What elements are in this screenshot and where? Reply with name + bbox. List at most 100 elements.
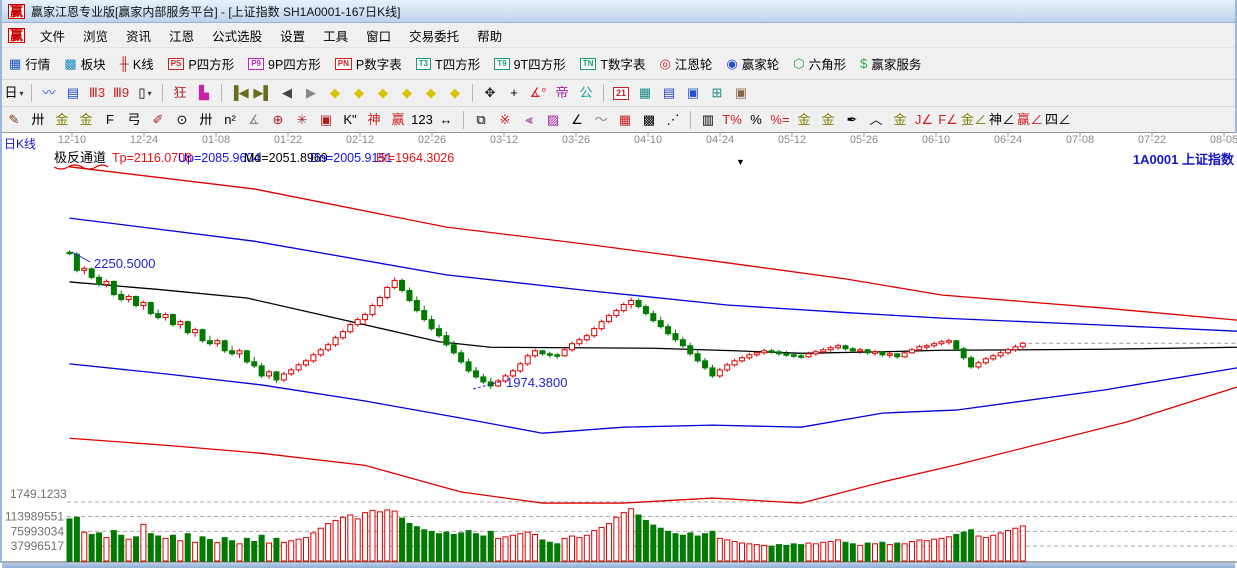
band-tool[interactable]: ︿	[865, 110, 887, 130]
diamond-star-button[interactable]: ◆	[396, 83, 418, 103]
menu-item-3[interactable]: 江恩	[160, 24, 203, 47]
angle-degree-tool[interactable]: ∡°	[527, 83, 549, 103]
ray-fan-tool[interactable]: ※	[494, 110, 516, 130]
period-day-dropdown[interactable]: 日▾	[3, 83, 25, 103]
percent-line-tool[interactable]: %=	[769, 110, 791, 130]
si-angle-tool[interactable]: 四∠	[1045, 110, 1071, 130]
time-circle-tool[interactable]: ⊙	[171, 110, 193, 130]
ink-brush-tool[interactable]: ✒	[841, 110, 863, 130]
menu-item-0[interactable]: 文件	[31, 24, 74, 47]
menu-item-6[interactable]: 工具	[314, 24, 357, 47]
percent-t-tool[interactable]: T%	[721, 110, 743, 130]
quotes-button[interactable]: ▦行情	[2, 52, 57, 75]
percent-tool[interactable]: %	[745, 110, 767, 130]
marker-pen-tool[interactable]: ✐	[147, 110, 169, 130]
candle-body	[363, 315, 368, 320]
diamond-up-button[interactable]: ◆	[420, 83, 442, 103]
star-circle-tool[interactable]: ✳	[291, 110, 313, 130]
gold-angle-tool[interactable]: 金∠	[961, 110, 987, 130]
di-grid-tool[interactable]: 帝	[551, 83, 573, 103]
parallel-lines-tool[interactable]: ⋰	[662, 110, 684, 130]
remote-computer-button[interactable]: ▣	[730, 83, 752, 103]
winner-service-button[interactable]: $赢家服务	[853, 52, 928, 75]
kline-button[interactable]: ╫K线	[113, 52, 161, 75]
shen-angle-tool[interactable]: 神∠	[989, 110, 1015, 130]
t-square-button[interactable]: T3T四方形	[409, 52, 487, 75]
width-arrows-tool[interactable]: ↔	[435, 110, 457, 130]
first-page-button[interactable]: ▐◀	[228, 83, 250, 103]
box-measure-tool[interactable]: ⧉	[470, 110, 492, 130]
p-square-button[interactable]: PSP四方形	[161, 52, 242, 75]
gong-tool[interactable]: 公	[575, 83, 597, 103]
n2-tool[interactable]: n²	[219, 110, 241, 130]
circle-cross-tool[interactable]: ⊕	[267, 110, 289, 130]
trend-angle-tool[interactable]: ∠	[566, 110, 588, 130]
9t-square-button[interactable]: T99T四方形	[487, 52, 572, 75]
bars-9-tool[interactable]: Ⅲ9	[110, 83, 132, 103]
gold-grid-tool[interactable]: 金	[51, 110, 73, 130]
hexagon-button[interactable]: ⬡六角形	[786, 52, 853, 75]
save-button[interactable]: ▣	[682, 83, 704, 103]
menu-item-9[interactable]: 帮助	[468, 24, 511, 47]
gann-shapes-tool[interactable]: 〰	[38, 83, 60, 103]
p-number-table-button[interactable]: PNP数字表	[328, 52, 409, 75]
next-page-button[interactable]: ▶	[300, 83, 322, 103]
f-grid-tool[interactable]: F	[99, 110, 121, 130]
9p-square-button[interactable]: P99P四方形	[241, 52, 328, 75]
calendar-button[interactable]: 21	[610, 83, 632, 103]
gann-wheel-button[interactable]: ◎江恩轮	[653, 52, 720, 75]
k-quote-tool[interactable]: K"	[339, 110, 361, 130]
notes-button[interactable]: ▤	[658, 83, 680, 103]
calculator-button[interactable]: ▦	[634, 83, 656, 103]
hand-tool[interactable]: ✥	[479, 83, 501, 103]
shen-grid-tool[interactable]: 神	[363, 110, 385, 130]
bars-3-tool[interactable]: Ⅲ3	[86, 83, 108, 103]
ray-fan-purple-tool[interactable]: ⫷	[518, 110, 540, 130]
wave-tool[interactable]: 〜	[590, 110, 612, 130]
angle-ruler-tool[interactable]: ∡	[243, 110, 265, 130]
spiral-tool[interactable]: 弓	[123, 110, 145, 130]
gold-circle-tool[interactable]: 金	[793, 110, 815, 130]
winner-wheel-button[interactable]: ◉赢家轮	[719, 52, 786, 75]
hash-lines-tool[interactable]: 卅	[195, 110, 217, 130]
ying-grid-tool[interactable]: 赢	[387, 110, 409, 130]
last-page-button[interactable]: ▶▌	[252, 83, 274, 103]
f-angle-tool[interactable]: F∠	[937, 110, 959, 130]
grid-123-tool[interactable]: 123	[411, 110, 433, 130]
indicator-name[interactable]: 极反通道	[54, 150, 106, 165]
crosshair-tool[interactable]: +	[503, 83, 525, 103]
spiral-tool-icon: 弓	[127, 113, 140, 127]
grid-box-tool[interactable]: ▩	[638, 110, 660, 130]
diamond-left-button[interactable]: ◆	[324, 83, 346, 103]
t-number-table-button[interactable]: TNT数字表	[573, 52, 653, 75]
j-angle-tool[interactable]: J∠	[913, 110, 935, 130]
menu-item-7[interactable]: 窗口	[357, 24, 400, 47]
menu-item-8[interactable]: 交易委托	[400, 24, 468, 47]
menu-item-1[interactable]: 浏览	[74, 24, 117, 47]
diamond-cross-button[interactable]: ◆	[372, 83, 394, 103]
info-note-tool[interactable]: ▤	[62, 83, 84, 103]
menu-item-2[interactable]: 资讯	[117, 24, 160, 47]
kline-chart[interactable]: 12-1012-2401-0801-2202-1202-2603-1203-26…	[2, 133, 1237, 563]
red-grid-tool[interactable]: ▦	[614, 110, 636, 130]
gold-bar-tool[interactable]: 金	[817, 110, 839, 130]
menu-item-5[interactable]: 设置	[271, 24, 314, 47]
network-button[interactable]: ⊞	[706, 83, 728, 103]
gold-grid2-tool[interactable]: 金	[75, 110, 97, 130]
prev-page-button[interactable]: ◀	[276, 83, 298, 103]
volume-bar	[998, 533, 1003, 561]
diamond-all-button[interactable]: ◆	[444, 83, 466, 103]
kuang-pattern-tool[interactable]: 狂	[169, 83, 191, 103]
square-star-tool[interactable]: ▣	[315, 110, 337, 130]
gann-lines-tool[interactable]: 卅	[27, 110, 49, 130]
sectors-button[interactable]: ▩板块	[57, 52, 112, 75]
histogram-tool[interactable]: ▙	[193, 83, 215, 103]
gold-line-tool[interactable]: 金	[889, 110, 911, 130]
diamond-right-button[interactable]: ◆	[348, 83, 370, 103]
brush-tool[interactable]: ✎	[3, 110, 25, 130]
candle-style-dropdown[interactable]: ▯▾	[134, 83, 156, 103]
ray-box-tool[interactable]: ▨	[542, 110, 564, 130]
menu-item-4[interactable]: 公式选股	[203, 24, 271, 47]
ying-angle-tool[interactable]: 赢∠	[1017, 110, 1043, 130]
number-table-tool[interactable]: ▥	[697, 110, 719, 130]
